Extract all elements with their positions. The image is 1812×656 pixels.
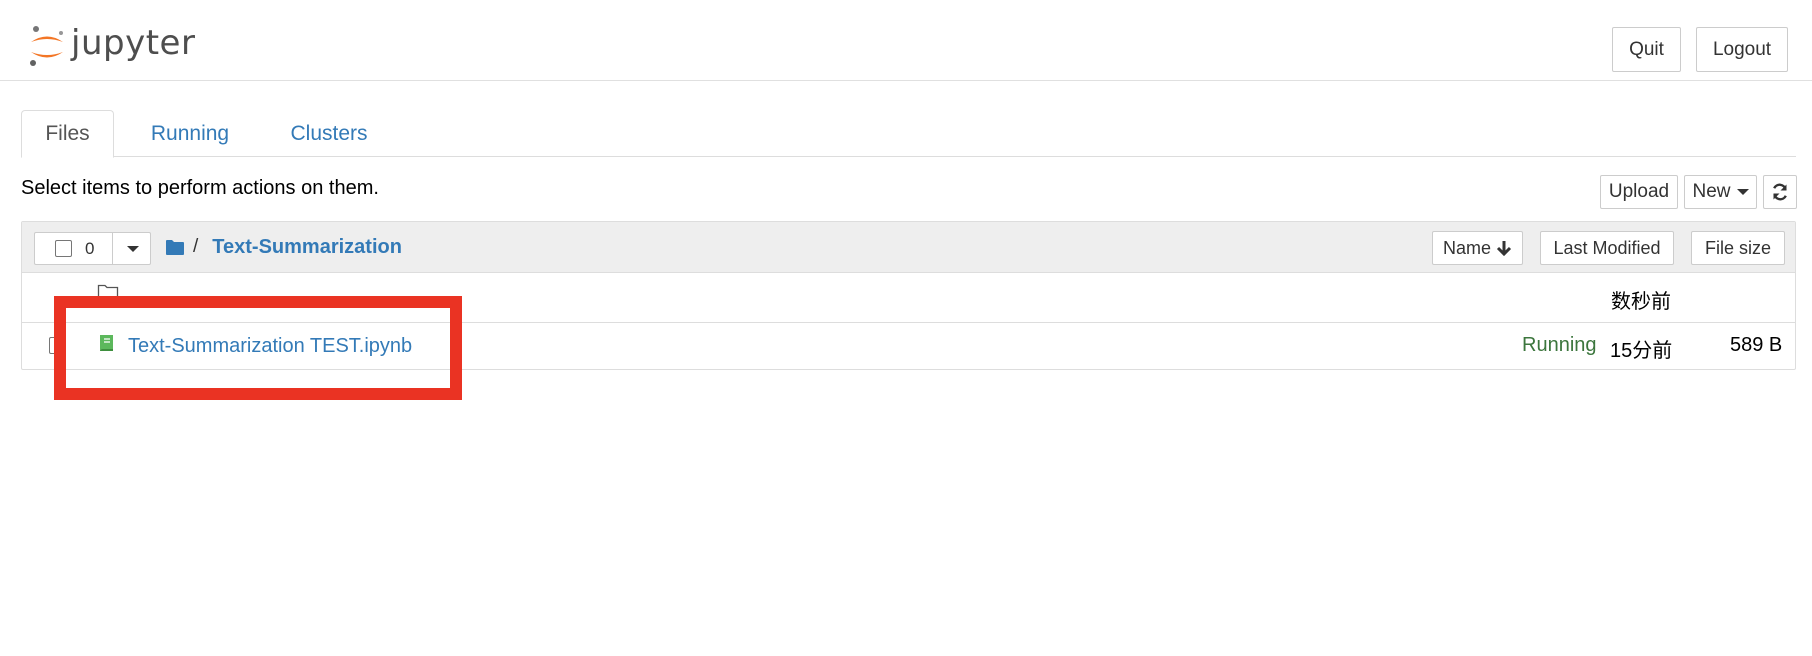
- tab-running[interactable]: Running: [135, 110, 245, 157]
- select-all-checkbox[interactable]: [55, 240, 72, 257]
- sort-name-label: Name: [1442, 237, 1491, 258]
- tab-bar: Files Running Clusters: [21, 110, 1796, 158]
- quit-button[interactable]: Quit: [1612, 27, 1681, 72]
- arrow-down-icon: [1496, 241, 1512, 256]
- select-dropdown-button[interactable]: [112, 233, 152, 264]
- running-status: Running: [1522, 334, 1597, 356]
- tab-files[interactable]: Files: [21, 110, 114, 158]
- sort-by-name-button[interactable]: Name: [1432, 231, 1523, 265]
- breadcrumb-current-folder[interactable]: Text-Summarization: [212, 236, 402, 259]
- caret-down-icon: [1736, 189, 1749, 195]
- instruction-text: Select items to perform actions on them.: [21, 177, 379, 199]
- upload-button[interactable]: Upload: [1600, 175, 1678, 209]
- refresh-icon: [1773, 183, 1787, 201]
- folder-icon[interactable]: [165, 239, 185, 256]
- modified-time: 数秒前: [1611, 291, 1671, 313]
- logout-button[interactable]: Logout: [1696, 27, 1788, 72]
- new-dropdown-button[interactable]: New: [1684, 175, 1757, 209]
- select-all-group[interactable]: 0: [34, 232, 151, 265]
- refresh-button[interactable]: [1763, 175, 1797, 209]
- breadcrumb-separator: /: [193, 236, 199, 257]
- header: jupyter Quit Logout: [0, 0, 1812, 81]
- tab-clusters[interactable]: Clusters: [266, 110, 392, 157]
- sort-by-size-button[interactable]: File size: [1691, 231, 1785, 265]
- caret-down-icon: [126, 245, 139, 252]
- jupyter-logo[interactable]: jupyter: [27, 22, 195, 70]
- file-size: 589 B: [1730, 334, 1783, 356]
- logo-text: jupyter: [71, 23, 196, 63]
- highlight-box: [54, 296, 462, 400]
- modified-time: 15分前: [1610, 340, 1673, 362]
- selected-count: 0: [85, 239, 95, 258]
- breadcrumb: / Text-Summarization: [165, 234, 402, 260]
- sort-by-modified-button[interactable]: Last Modified: [1540, 231, 1674, 265]
- new-label: New: [1692, 181, 1731, 202]
- jupyter-logo-icon: [27, 23, 67, 69]
- file-list-header: 0 / Text-Summarization Name Last Modifie…: [22, 222, 1795, 273]
